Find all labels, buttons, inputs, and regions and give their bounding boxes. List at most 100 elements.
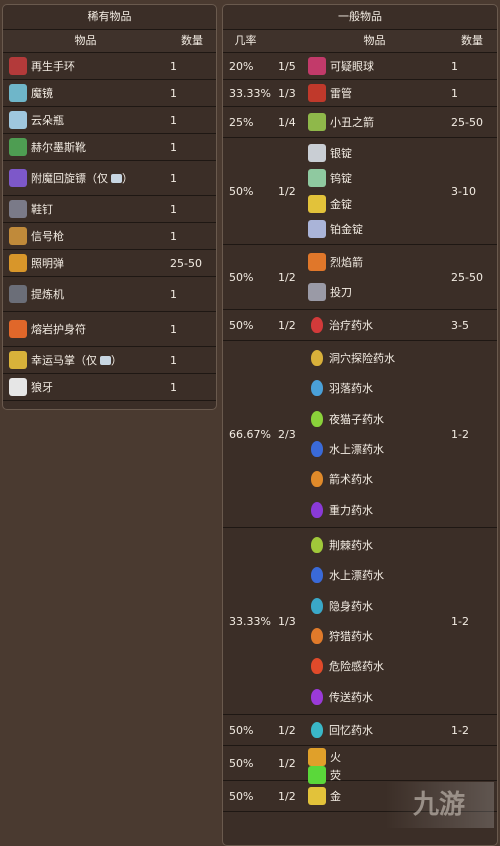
item-name[interactable]: 箭术药水 [329,471,373,487]
regeneration-band-icon [9,57,27,75]
item-name[interactable]: 雷管 [330,85,352,101]
list-item[interactable]: 钨锭 [308,169,352,188]
item-name[interactable]: 鞋钉 [31,201,53,217]
item-name[interactable]: 投刀 [330,284,352,300]
item-name[interactable]: 隐身药水 [329,598,373,614]
table-row[interactable]: 提炼机 1 [3,277,216,312]
silver-bar-icon [308,143,326,162]
table-row[interactable]: 熔岩护身符 1 [3,312,216,347]
recall-potion-icon [311,722,323,738]
spelunker-potion-icon [311,350,323,367]
table-row: 50% 1/2 治疗药水 3-5 [223,310,497,341]
rare-table-body: 再生手环 1 魔镜 1 云朵瓶 1 赫尔墨斯靴 1 附魔回旋镖（仅 ） 1 鞋钉 1 信号枪 1 照明弹 25-… [3,53,216,401]
flare-gun-icon [9,227,27,245]
list-item[interactable]: 夜猫子药水 [308,410,384,427]
table-row[interactable]: 照明弹 25-50 [3,250,216,277]
table-row[interactable]: 再生手环 1 [3,53,216,80]
item-name[interactable]: 危险感药水 [329,658,384,674]
item-name[interactable]: 小丑之箭 [330,114,374,130]
item-name[interactable]: 金 [330,788,341,804]
rare-qty-cell: 1 [170,322,177,336]
table-row[interactable]: 赫尔墨斯靴 1 [3,134,216,161]
drop-rate: 50% [229,723,254,737]
item-name[interactable]: 赫尔墨斯靴 [31,139,86,155]
item-name[interactable]: 可疑眼球 [330,58,374,74]
list-item[interactable]: 传送药水 [308,688,373,705]
list-item[interactable]: 重力药水 [308,501,373,518]
item-name[interactable]: 狼牙 [31,379,53,395]
item-name[interactable]: 铂金锭 [330,221,363,237]
list-item[interactable]: 荆棘药水 [308,537,373,554]
item-name[interactable]: 熔岩护身符 [31,321,86,337]
item-name[interactable]: 银锭 [330,145,352,161]
item-name[interactable]: 狩猎药水 [329,628,373,644]
drop-rate: 25% [229,115,254,129]
item-list: 烈焰箭 投刀 [302,245,447,309]
item-name[interactable]: 荆棘药水 [329,537,373,553]
list-item[interactable]: 箭术药水 [308,471,373,488]
table-row[interactable]: 狼牙 1 [3,374,216,401]
list-item[interactable]: 烈焰箭 [308,253,363,271]
list-item[interactable]: 治疗药水 [308,317,373,333]
table-row[interactable]: 鞋钉 1 [3,196,216,223]
list-item[interactable]: 羽落药水 [308,380,373,397]
list-item[interactable]: 可疑眼球 [308,57,374,75]
rare-item-cell: 再生手环 [3,53,168,79]
item-qty: 1-2 [451,614,469,628]
item-name[interactable]: 云朵瓶 [31,112,64,128]
list-item[interactable]: 铂金锭 [308,220,363,239]
list-item[interactable]: 投刀 [308,283,352,301]
list-item[interactable]: 隐身药水 [308,597,373,614]
table-row[interactable]: 信号枪 1 [3,223,216,250]
item-name[interactable]: 水上漂药水 [329,567,384,583]
teleportation-potion-icon [311,688,323,705]
item-name[interactable]: 夜猫子药水 [329,411,384,427]
list-item[interactable]: 回忆药水 [308,722,373,738]
list-item[interactable]: 危险感药水 [308,658,384,675]
item-name[interactable]: 水上漂药水 [329,441,384,457]
item-name[interactable]: 再生手环 [31,58,75,74]
list-item[interactable]: 金 [308,787,341,805]
item-name[interactable]: 烈焰箭 [330,254,363,270]
item-name[interactable]: 羽落药水 [329,380,373,396]
item-name[interactable]: 金锭 [330,196,352,212]
table-row[interactable]: 云朵瓶 1 [3,107,216,134]
item-name[interactable]: 洞穴探险药水 [329,350,395,366]
list-item[interactable]: 小丑之箭 [308,113,374,131]
rare-qty-cell: 1 [170,229,177,243]
common-header-item: 物品 [363,34,386,47]
list-item[interactable]: 银锭 [308,143,352,162]
flaming-arrow-icon [308,253,326,271]
list-item[interactable]: 水上漂药水 [308,567,384,584]
table-row: 25% 1/4 小丑之箭 25-50 [223,107,497,138]
item-qty: 1 [451,86,458,100]
item-note-suffix: ） [122,172,133,185]
table-row[interactable]: 幸运马掌（仅 ） 1 [3,347,216,374]
item-name[interactable]: 附魔回旋镖（仅 [31,170,108,186]
list-item[interactable]: 水上漂药水 [308,441,384,458]
item-name[interactable]: 治疗药水 [329,317,373,333]
item-name[interactable]: 提炼机 [31,286,64,302]
item-name[interactable]: 回忆药水 [329,722,373,738]
item-name[interactable]: 传送药水 [329,689,373,705]
drop-fraction: 1/2 [278,723,296,737]
list-item[interactable]: 狩猎药水 [308,628,373,645]
drop-fraction: 1/2 [278,318,296,332]
item-name[interactable]: 火 [330,749,341,765]
item-name[interactable]: 重力药水 [329,502,373,518]
list-item[interactable]: 洞穴探险药水 [308,350,395,367]
table-row[interactable]: 附魔回旋镖（仅 ） 1 [3,161,216,196]
item-name[interactable]: 钨锭 [330,170,352,186]
item-name[interactable]: 照明弹 [31,255,64,271]
list-item[interactable]: 金锭 [308,194,352,213]
list-item[interactable]: 雷管 [308,84,352,102]
item-name[interactable]: 魔镜 [31,85,53,101]
item-name[interactable]: 幸运马掌（仅 [31,352,97,368]
list-item[interactable]: 火 [308,748,341,766]
enchanted-boomerang-icon [9,169,27,187]
table-row[interactable]: 魔镜 1 [3,80,216,107]
item-list: 荆棘药水水上漂药水隐身药水狩猎药水危险感药水传送药水 [302,528,447,714]
item-name[interactable]: 信号枪 [31,228,64,244]
throwing-knife-icon [308,283,326,301]
table-row: 33.33% 1/3 荆棘药水 水上漂药水 隐身药水 狩猎药水 危险感药水 传送药水 1-2 [223,528,497,715]
